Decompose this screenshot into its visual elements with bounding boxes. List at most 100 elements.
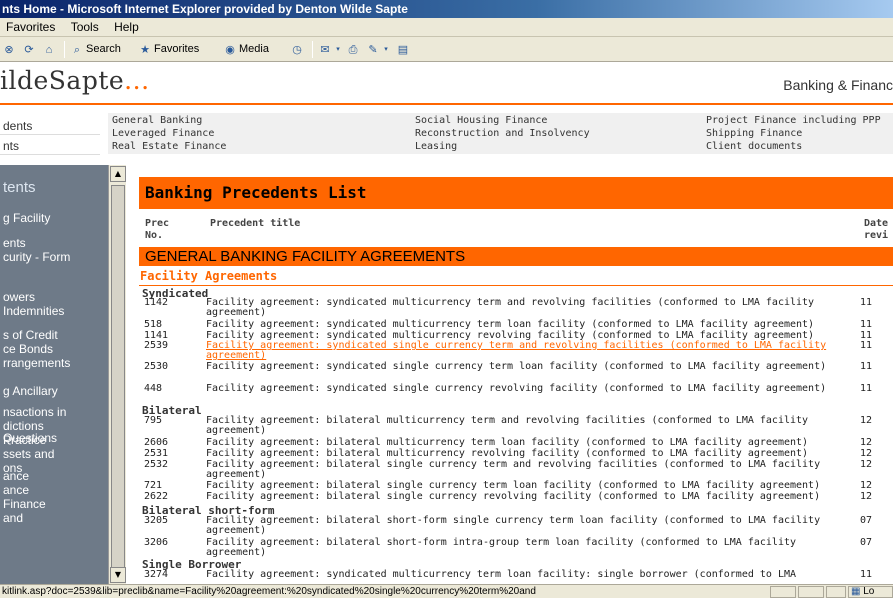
contents-sidebar: tents g Facility ents curity - Form ower… [0, 165, 108, 584]
precedent-title[interactable]: Facility agreement: bilateral short-form… [206, 538, 861, 558]
precedent-date: 11 [860, 383, 873, 394]
sidebar-item[interactable]: ents curity - Form [3, 236, 70, 264]
search-icon: ⌕ [73, 43, 81, 56]
toolbar-separator [64, 41, 65, 58]
precedent-date: 07 [860, 537, 873, 548]
sidebar-scrollbar[interactable]: ▲ ▼ [108, 165, 126, 584]
precedent-number: 3274 [144, 569, 169, 580]
media-button[interactable]: ◉ Media [223, 41, 269, 58]
precedent-date: 12 [860, 415, 873, 426]
menu-favorites[interactable]: Favorites [0, 18, 61, 37]
search-button[interactable]: ⌕ Search [70, 41, 121, 58]
mail-button[interactable]: ✉ ▾ [318, 41, 342, 58]
category-link-project-finance[interactable]: Project Finance including PPP [706, 114, 881, 127]
mail-icon: ✉ [320, 43, 330, 56]
scroll-thumb[interactable] [111, 185, 125, 573]
category-link-shipping[interactable]: Shipping Finance [706, 127, 802, 140]
section-title: Banking & Financ [783, 77, 893, 93]
edit-button[interactable]: ✎ ▾ [366, 41, 390, 58]
precedent-title[interactable]: Facility agreement: bilateral short-form… [206, 516, 861, 536]
category-link-leveraged-finance[interactable]: Leveraged Finance [112, 127, 214, 140]
refresh-icon: ⟳ [24, 43, 34, 56]
stop-button[interactable]: ⊗ [2, 41, 16, 58]
window-title-bar: nts Home - Microsoft Internet Explorer p… [0, 0, 893, 18]
header-divider [0, 103, 893, 105]
precedent-date: 12 [860, 491, 873, 502]
print-button[interactable]: ⎙ [346, 41, 360, 58]
category-link-leasing[interactable]: Leasing [415, 140, 457, 153]
scroll-down-icon[interactable]: ▼ [110, 567, 126, 583]
column-header-number: Prec No. [145, 218, 170, 241]
discuss-button[interactable]: ▤ [396, 41, 410, 58]
precedent-title[interactable]: Facility agreement: syndicated single cu… [206, 362, 861, 372]
precedent-title[interactable]: Facility agreement: syndicated multicurr… [206, 320, 861, 330]
favorites-button[interactable]: ★ Favorites [138, 41, 199, 58]
precedent-number: 3205 [144, 515, 169, 526]
browser-toolbar: ⊗ ⟳ ⌂ ⌕ Search ★ Favorites ◉ Media ◷ ✉ ▾ ⎙ ✎… [0, 37, 893, 62]
category-link-social-housing[interactable]: Social Housing Finance [415, 114, 547, 127]
page-title: Banking Precedents List [139, 177, 893, 209]
precedent-number: 2530 [144, 361, 169, 372]
favorites-icon: ★ [140, 43, 150, 56]
chevron-down-icon: ▾ [336, 45, 340, 53]
precedent-number: 2622 [144, 491, 169, 502]
sidebar-item[interactable]: owers Indemnities [3, 290, 64, 318]
precedent-number: 721 [144, 480, 163, 491]
scroll-up-icon[interactable]: ▲ [110, 166, 126, 182]
menu-tools[interactable]: Tools [65, 18, 105, 37]
status-panel [798, 586, 824, 598]
menu-bar: Favorites Tools Help [0, 18, 893, 37]
history-icon: ◷ [292, 43, 302, 56]
precedent-date: 07 [860, 515, 873, 526]
precedent-number: 2532 [144, 459, 169, 470]
column-header-date: Date revi [864, 218, 889, 241]
precedent-title[interactable]: Facility agreement: bilateral multicurre… [206, 449, 861, 459]
precedent-number: 518 [144, 319, 163, 330]
category-link-reconstruction[interactable]: Reconstruction and Insolvency [415, 127, 590, 140]
precedent-date: 11 [860, 340, 873, 351]
subsection-divider [139, 285, 893, 286]
sidebar-item[interactable]: g Facility [3, 211, 50, 225]
precedent-title[interactable]: Facility agreement: bilateral single cur… [206, 481, 861, 491]
print-icon: ⎙ [348, 43, 358, 56]
precedent-title-link[interactable]: Facility agreement: syndicated single cu… [206, 341, 861, 361]
category-link-general-banking[interactable]: General Banking [112, 114, 202, 127]
security-zone: ▦ Lo [848, 586, 893, 598]
sidebar-item[interactable]: s of Credit ce Bonds rrangements [3, 328, 70, 370]
precedent-title[interactable]: Facility agreement: bilateral multicurre… [206, 438, 861, 448]
sidebar-item[interactable]: g Ancillary [3, 384, 58, 398]
history-button[interactable]: ◷ [290, 41, 304, 58]
main-content: Banking Precedents List Prec No. Precede… [126, 165, 893, 584]
tab-contents[interactable]: nts [0, 137, 100, 155]
precedent-date: 12 [860, 437, 873, 448]
category-link-client-documents[interactable]: Client documents [706, 140, 802, 153]
site-logo[interactable]: ildeSapte... [0, 66, 150, 95]
precedent-title[interactable]: Facility agreement: bilateral single cur… [206, 460, 861, 480]
brand-name: ildeSapte [0, 66, 125, 95]
media-icon: ◉ [225, 43, 235, 56]
menu-help[interactable]: Help [108, 18, 145, 37]
precedent-number: 2531 [144, 448, 169, 459]
status-panel [770, 586, 796, 598]
home-button[interactable]: ⌂ [42, 41, 56, 58]
precedent-title[interactable]: Facility agreement: syndicated multicurr… [206, 570, 861, 580]
category-link-real-estate[interactable]: Real Estate Finance [112, 140, 226, 153]
precedent-title[interactable]: Facility agreement: syndicated multicurr… [206, 298, 861, 318]
chevron-down-icon: ▾ [384, 45, 388, 53]
sidebar-item[interactable]: Questions [3, 431, 57, 445]
precedent-title[interactable]: Facility agreement: syndicated single cu… [206, 384, 861, 394]
precedent-number: 1142 [144, 297, 169, 308]
precedent-date: 12 [860, 480, 873, 491]
sidebar-heading: tents [3, 179, 36, 196]
precedent-title[interactable]: Facility agreement: bilateral multicurre… [206, 416, 861, 436]
sidebar-item[interactable]: ance ance Finance and [3, 469, 46, 525]
precedent-title[interactable]: Facility agreement: bilateral single cur… [206, 492, 861, 502]
zone-label: Lo [863, 586, 875, 597]
document-icon: ▤ [397, 43, 409, 56]
status-url: kitlink.asp?doc=2539&lib=preclib&name=Fa… [2, 586, 536, 597]
toolbar-separator [312, 41, 313, 58]
subsection-heading: Facility Agreements [140, 269, 278, 283]
favorites-label: Favorites [154, 43, 200, 55]
refresh-button[interactable]: ⟳ [22, 41, 36, 58]
tab-precedents[interactable]: dents [0, 117, 100, 135]
